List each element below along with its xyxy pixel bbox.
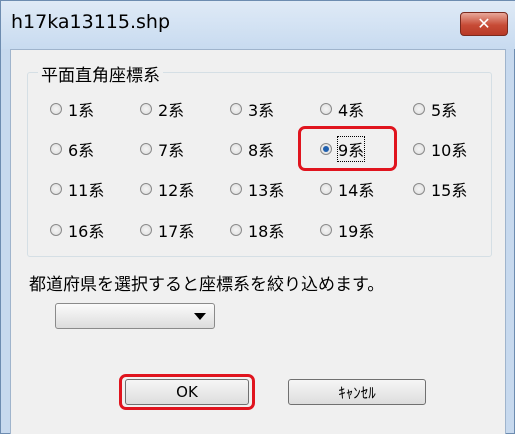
radio-label: 7系 bbox=[158, 141, 185, 160]
radio-zone-13[interactable]: 13系 bbox=[230, 177, 284, 201]
radio-zone-11[interactable]: 11系 bbox=[50, 177, 104, 201]
radio-zone-16[interactable]: 16系 bbox=[50, 218, 104, 242]
radio-label: 1系 bbox=[68, 101, 95, 120]
selected-option-highlight bbox=[298, 126, 397, 171]
prefecture-hint-text: 都道府県を選択すると座標系を絞り込めます。 bbox=[29, 275, 385, 295]
radio-zone-5[interactable]: 5系 bbox=[413, 97, 457, 121]
ok-button-highlight bbox=[119, 374, 255, 410]
radio-label: 5系 bbox=[431, 101, 458, 120]
radio-label: 10系 bbox=[431, 141, 468, 160]
radio-circle bbox=[50, 224, 62, 236]
radio-circle bbox=[50, 143, 62, 155]
radio-circle bbox=[230, 224, 242, 236]
radio-circle bbox=[140, 224, 152, 236]
close-icon: ✕ bbox=[477, 14, 491, 33]
radio-circle bbox=[413, 183, 425, 195]
radio-zone-12[interactable]: 12系 bbox=[140, 177, 194, 201]
radio-label: 16系 bbox=[68, 222, 105, 241]
cancel-button-label: ｷｬﾝｾﾙ bbox=[338, 383, 376, 402]
radio-zone-3[interactable]: 3系 bbox=[230, 97, 274, 121]
radio-zone-19[interactable]: 19系 bbox=[320, 218, 374, 242]
radio-circle bbox=[413, 143, 425, 155]
radio-zone-1[interactable]: 1系 bbox=[50, 97, 94, 121]
prefecture-select[interactable] bbox=[55, 303, 215, 329]
radio-label: 14系 bbox=[338, 181, 375, 200]
radio-label: 6系 bbox=[68, 141, 95, 160]
radio-circle bbox=[50, 183, 62, 195]
radio-zone-2[interactable]: 2系 bbox=[140, 97, 184, 121]
radio-circle bbox=[320, 103, 332, 115]
radio-label: 18系 bbox=[248, 222, 285, 241]
radio-circle bbox=[320, 183, 332, 195]
title-bar: h17ka13115.shp ✕ bbox=[1, 1, 515, 49]
radio-circle bbox=[140, 143, 152, 155]
radio-zone-8[interactable]: 8系 bbox=[230, 137, 274, 161]
radio-label: 12系 bbox=[158, 181, 195, 200]
radio-label: 8系 bbox=[248, 141, 275, 160]
radio-zone-15[interactable]: 15系 bbox=[413, 177, 467, 201]
radio-zone-6[interactable]: 6系 bbox=[50, 137, 94, 161]
radio-label: 15系 bbox=[431, 181, 468, 200]
cancel-button[interactable]: ｷｬﾝｾﾙ bbox=[288, 379, 426, 405]
radio-zone-18[interactable]: 18系 bbox=[230, 218, 284, 242]
radio-zone-17[interactable]: 17系 bbox=[140, 218, 194, 242]
close-button[interactable]: ✕ bbox=[460, 12, 508, 36]
radio-label: 3系 bbox=[248, 101, 275, 120]
radio-zone-7[interactable]: 7系 bbox=[140, 137, 184, 161]
radio-label: 11系 bbox=[68, 181, 105, 200]
radio-circle bbox=[140, 103, 152, 115]
radio-circle bbox=[413, 103, 425, 115]
radio-label: 19系 bbox=[338, 222, 375, 241]
radio-circle bbox=[230, 183, 242, 195]
radio-zone-4[interactable]: 4系 bbox=[320, 97, 364, 121]
radio-label: 17系 bbox=[158, 222, 195, 241]
radio-label: 2系 bbox=[158, 101, 185, 120]
radio-zone-14[interactable]: 14系 bbox=[320, 177, 374, 201]
window-title: h17ka13115.shp bbox=[11, 11, 171, 33]
radio-zone-10[interactable]: 10系 bbox=[413, 137, 467, 161]
radio-label: 13系 bbox=[248, 181, 285, 200]
radio-label: 4系 bbox=[338, 101, 365, 120]
radio-circle bbox=[230, 143, 242, 155]
chevron-down-icon bbox=[194, 313, 206, 320]
radio-circle bbox=[320, 224, 332, 236]
radio-circle bbox=[230, 103, 242, 115]
radio-circle bbox=[140, 183, 152, 195]
radio-circle bbox=[50, 103, 62, 115]
group-legend: 平面直角座標系 bbox=[38, 61, 163, 86]
